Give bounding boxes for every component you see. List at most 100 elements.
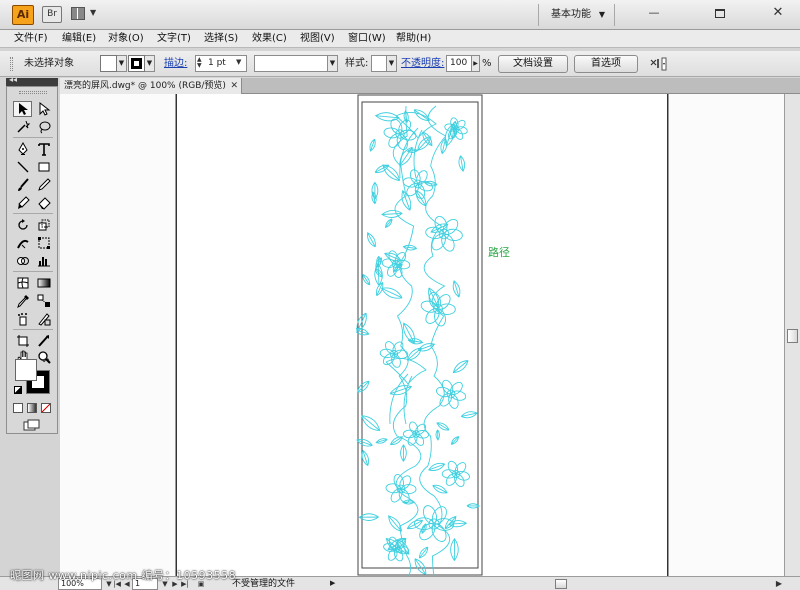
leaf-shape [450,538,459,561]
close-icon[interactable]: ✕ [230,78,238,94]
control-panel-menu-icon[interactable] [648,56,668,72]
type-tool-icon[interactable] [34,141,53,157]
close-window-button[interactable]: ✕ [764,5,792,23]
swap-fill-stroke-icon[interactable]: ↶ [42,357,50,367]
menu-file[interactable]: 文件(F) [14,32,48,46]
menu-edit[interactable]: 编辑(E) [62,32,96,46]
profile-dropdown[interactable]: ▼ [328,55,338,72]
menu-effect[interactable]: 效果(C) [252,32,287,46]
line-segment-tool-icon[interactable] [13,159,32,175]
status-menu-arrow-icon[interactable]: ▶ [330,577,335,590]
menu-view[interactable]: 视图(V) [300,32,335,46]
workspace-switcher[interactable]: 基本功能 ▼ [545,6,611,24]
horizontal-scrollbar[interactable]: ▶ ▶ [300,576,800,590]
free-transform-tool-icon[interactable] [34,235,53,251]
menu-type[interactable]: 文字(T) [157,32,191,46]
gradient-tool-icon[interactable] [34,275,53,291]
leaf-shape [418,546,429,559]
leaf-shape [417,136,432,151]
leaf-shape [388,515,402,532]
maximize-icon [715,9,725,18]
vertical-scrollbar[interactable] [784,94,800,576]
eyedropper-tool-icon[interactable] [13,293,32,309]
opacity-panel-link[interactable]: 不透明度: [401,57,444,71]
menu-help[interactable]: 帮助(H) [396,32,431,46]
artboard-tool-icon[interactable] [13,333,32,349]
stroke-weight-dropdown-icon[interactable]: ▼ [236,58,241,66]
rectangle-tool-icon[interactable] [34,159,53,175]
selection-tool-icon[interactable] [13,101,32,117]
leaf-shape [380,287,403,299]
stroke-panel-link[interactable]: 描边: [164,57,187,71]
leaf-shape [369,138,376,152]
color-mode-icon[interactable] [13,403,23,413]
bridge-button[interactable]: Br [42,6,62,23]
minimize-button[interactable]: — [640,6,668,22]
shape-builder-tool-icon[interactable] [13,253,32,269]
menu-object[interactable]: 对象(O) [108,32,144,46]
horizontal-scroll-thumb[interactable] [555,579,567,589]
paintbrush-tool-icon[interactable] [13,177,32,193]
tools-panel-header[interactable]: ◂◂ [6,75,58,86]
leaf-shape [389,436,404,446]
graphic-style-swatch[interactable] [371,55,387,72]
blob-brush-tool-icon[interactable] [13,195,32,211]
eraser-tool-icon[interactable] [34,195,53,211]
blend-tool-icon[interactable] [34,293,53,309]
panel-grip-icon[interactable] [19,91,47,94]
leaf-shape [406,519,424,530]
leaf-shape [389,385,413,396]
leaf-shape [432,484,448,494]
leaf-shape [401,189,412,211]
screen-outer-frame [357,94,483,576]
column-graph-tool-icon[interactable] [34,253,53,269]
canvas-area[interactable]: 路径 [60,94,784,576]
scale-tool-icon[interactable] [34,217,53,233]
floral-screen-artwork[interactable] [356,94,486,576]
screen-mode-icon[interactable] [23,419,41,431]
selection-status: 未选择对象 [24,58,74,69]
lasso-tool-icon[interactable] [34,119,53,135]
direct-selection-tool-icon[interactable] [34,101,53,117]
mesh-tool-icon[interactable] [13,275,32,291]
slice-tool-icon[interactable] [34,311,53,327]
stroke-color-dropdown[interactable]: ▼ [145,55,155,72]
collapse-panel-icon[interactable]: ◂◂ [9,75,17,84]
symbol-sprayer-tool-icon[interactable] [13,311,32,327]
opacity-slider-toggle[interactable]: ▶ [472,55,480,72]
flower-petal [441,233,455,252]
menu-window[interactable]: 窗口(W) [348,32,386,46]
opacity-field[interactable]: 100 [446,55,472,72]
stroke-color-swatch[interactable] [128,55,145,72]
vertical-scroll-thumb[interactable] [787,329,798,343]
tools-panel: ↶ [6,86,58,434]
width-tool-icon[interactable] [13,235,32,251]
magic-wand-tool-icon[interactable] [13,119,32,135]
workspace-label: 基本功能 [551,9,591,20]
pen-tool-icon[interactable] [13,141,32,157]
preferences-button[interactable]: 首选项 [574,55,638,73]
fill-color-swatch[interactable] [100,55,117,72]
fill-color-box[interactable] [15,359,37,381]
none-mode-icon[interactable] [41,403,51,413]
slice-select-tool-icon[interactable] [34,333,53,349]
rotate-tool-icon[interactable] [13,217,32,233]
maximize-button[interactable] [706,6,734,22]
document-tab[interactable]: 漂亮的屏风.dwg* @ 100% (RGB/预览) ✕ [60,78,242,94]
menu-select[interactable]: 选择(S) [204,32,238,46]
scroll-right-icon[interactable]: ▶ [776,577,782,590]
document-setup-button[interactable]: 文档设置 [498,55,568,73]
arrange-documents-caret-icon[interactable]: ▼ [90,8,96,17]
panel-grip-icon[interactable] [10,57,13,71]
gradient-mode-icon[interactable] [27,403,37,413]
pencil-tool-icon[interactable] [34,177,53,193]
default-fill-stroke-icon[interactable] [14,386,22,394]
arrange-documents-icon[interactable] [71,7,85,20]
fill-dropdown[interactable]: ▼ [117,55,127,72]
leaf-shape [362,273,371,286]
variable-width-profile[interactable] [254,55,328,72]
graphic-style-dropdown[interactable]: ▼ [387,55,397,72]
stroke-weight-stepper[interactable]: ▲ ▼ [197,57,202,69]
screen-inner-frame [361,101,479,569]
leaf-shape [414,558,427,576]
